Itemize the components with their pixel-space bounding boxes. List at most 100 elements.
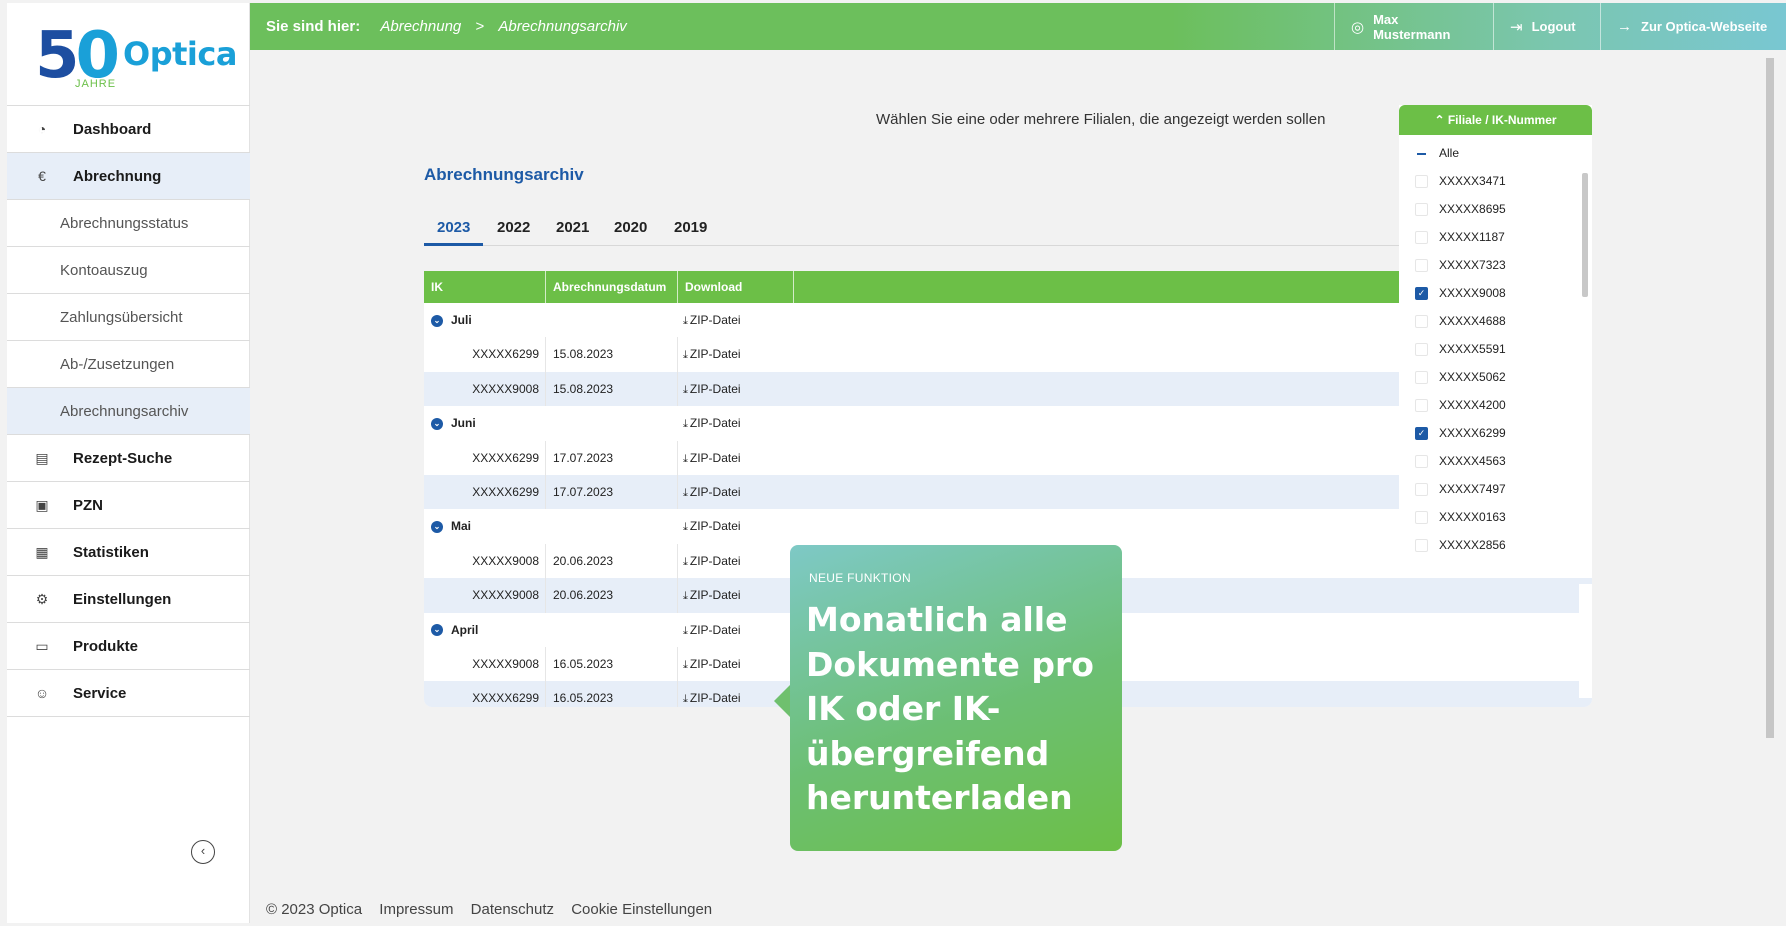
download-link[interactable]: ⤓ ZIP-Datei (683, 475, 741, 510)
download-link[interactable]: ⤓ ZIP-Datei (683, 647, 741, 682)
branch-dropdown-toggle[interactable]: ⌃ Filiale / IK-Nummer (1399, 105, 1592, 135)
download-link[interactable]: ⤓ ZIP-Datei (683, 613, 741, 648)
download-link[interactable]: ⤓ ZIP-Datei (683, 337, 741, 372)
sidebar-item-label: Produkte (73, 637, 139, 655)
branch-option-alle[interactable]: Alle (1399, 139, 1592, 167)
branch-option[interactable]: XXXXX7497 (1399, 475, 1592, 503)
download-link[interactable]: ⤓ ZIP-Datei (683, 578, 741, 613)
checkbox[interactable] (1415, 342, 1428, 356)
column-header-date[interactable]: Abrechnungsdatum (546, 271, 678, 303)
column-header-ik[interactable]: IK (424, 271, 546, 303)
sidebar-item-abrechnung[interactable]: € Abrechnung (7, 153, 250, 200)
page-scrollbar-thumb[interactable] (1766, 58, 1774, 738)
branch-option[interactable]: XXXXX4563 (1399, 447, 1592, 475)
promo-headline: Monatlich alle Dokumente pro IK oder IK-… (806, 598, 1106, 821)
download-link[interactable]: ⤓ ZIP-Datei (683, 372, 741, 407)
branch-option[interactable]: XXXXX1187 (1399, 223, 1592, 251)
checkbox[interactable] (1415, 482, 1428, 496)
footer-link-impressum[interactable]: Impressum (379, 901, 453, 918)
topbar: Sie sind hier: Abrechnung > Abrechnungsa… (250, 3, 1786, 50)
sidebar-subitem-kontoauszug[interactable]: Kontoauszug (7, 247, 250, 294)
download-link[interactable]: ⤓ ZIP-Datei (683, 509, 741, 544)
download-link[interactable]: ⤓ ZIP-Datei (683, 544, 741, 579)
checkbox[interactable] (1415, 174, 1428, 188)
branch-option[interactable]: XXXXX2856 (1399, 531, 1592, 559)
sidebar-item-rezept-suche[interactable]: ▤ Rezept-Suche (7, 435, 250, 482)
branch-dropdown-label: Filiale / IK-Nummer (1447, 113, 1557, 127)
branch-option[interactable]: XXXXX5591 (1399, 335, 1592, 363)
cell-ik: XXXXX9008 (424, 646, 546, 682)
branch-option[interactable]: XXXXX4200 (1399, 391, 1592, 419)
footer-link-cookie-settings[interactable]: Cookie Einstellungen (571, 901, 712, 918)
sidebar-nav: ◔ Dashboard € Abrechnung Abrechnungsstat… (7, 105, 250, 717)
sidebar-item-service[interactable]: ☺ Service (7, 670, 250, 717)
website-button[interactable]: → Zur Optica-Webseite (1600, 3, 1786, 50)
sidebar-item-dashboard[interactable]: ◔ Dashboard (7, 106, 250, 153)
tab-2020[interactable]: 2020 (614, 219, 647, 236)
tab-2019[interactable]: 2019 (674, 219, 707, 236)
sidebar-subitem-abrechnungsstatus[interactable]: Abrechnungsstatus (7, 200, 250, 247)
download-icon: ⤓ (683, 590, 688, 603)
branch-option[interactable]: XXXXX7323 (1399, 251, 1592, 279)
promo-headline-line: übergreifend (806, 733, 1050, 773)
chevron-down-icon: ⌄ (431, 521, 443, 534)
checkbox[interactable] (1415, 370, 1428, 384)
checkbox-checked[interactable]: ✓ (1415, 286, 1428, 300)
download-link[interactable]: ⤓ ZIP-Datei (683, 406, 741, 441)
tab-2023[interactable]: 2023 (437, 219, 470, 236)
chevron-down-icon: ⌄ (431, 418, 443, 430)
sidebar-item-produkte[interactable]: ▭ Produkte (7, 623, 250, 670)
branch-list-scrollbar[interactable] (1582, 173, 1588, 297)
option-label: XXXXX5062 (1439, 370, 1506, 384)
logout-button[interactable]: ⇥ Logout (1493, 3, 1600, 50)
logo[interactable]: 50 JAHRE Optica (35, 19, 237, 105)
checkbox[interactable] (1415, 538, 1428, 552)
tab-2021[interactable]: 2021 (556, 219, 589, 236)
download-link[interactable]: ⤓ ZIP-Datei (683, 441, 741, 476)
logo-number-five: 5 (35, 19, 79, 93)
checkbox-indeterminate[interactable] (1415, 146, 1428, 160)
branch-option[interactable]: ✓ XXXXX6299 (1399, 419, 1592, 447)
sidebar-subitem-abrechnungsarchiv[interactable]: Abrechnungsarchiv (7, 388, 250, 435)
sidebar-item-einstellungen[interactable]: ⚙ Einstellungen (7, 576, 250, 623)
tab-2022[interactable]: 2022 (497, 219, 530, 236)
branch-option[interactable]: XXXXX8695 (1399, 195, 1592, 223)
table-scrollbar[interactable] (1579, 584, 1592, 698)
checkbox-checked[interactable]: ✓ (1415, 426, 1428, 440)
branch-option[interactable]: XXXXX3471 (1399, 167, 1592, 195)
download-link[interactable]: ⤓ ZIP-Datei (683, 681, 741, 707)
breadcrumb-abrechnungsarchiv: Abrechnungsarchiv (498, 18, 627, 35)
branch-option[interactable]: ✓ XXXXX9008 (1399, 279, 1592, 307)
branch-option[interactable]: XXXXX5062 (1399, 363, 1592, 391)
collapse-sidebar-button[interactable]: ‹ (191, 840, 215, 864)
prescription-icon: ▤ (35, 449, 49, 466)
logout-icon: ⇥ (1510, 18, 1523, 36)
checkbox[interactable] (1415, 258, 1428, 272)
checkbox[interactable] (1415, 202, 1428, 216)
page-scrollbar[interactable] (1763, 54, 1776, 884)
user-button[interactable]: ◎ Max Mustermann (1334, 3, 1493, 50)
download-icon: ⤓ (683, 555, 688, 568)
breadcrumb-abrechnung[interactable]: Abrechnung (380, 18, 461, 35)
checkbox[interactable] (1415, 314, 1428, 328)
checkbox[interactable] (1415, 510, 1428, 524)
month-label: April (451, 622, 479, 637)
download-icon: ⤓ (683, 486, 688, 499)
sidebar-subitem-zahlungsuebersicht[interactable]: Zahlungsübersicht (7, 294, 250, 341)
chevron-down-icon: ⌄ (431, 624, 443, 637)
option-label: XXXXX9008 (1439, 286, 1506, 300)
sidebar-subitem-ab-zusetzungen[interactable]: Ab-/Zusetzungen (7, 341, 250, 388)
footer-link-datenschutz[interactable]: Datenschutz (471, 901, 554, 918)
sidebar-item-statistiken[interactable]: ▦ Statistiken (7, 529, 250, 576)
branch-option[interactable]: XXXXX0163 (1399, 503, 1592, 531)
checkbox[interactable] (1415, 398, 1428, 412)
sidebar-item-pzn[interactable]: ▣ PZN (7, 482, 250, 529)
branch-option[interactable]: XXXXX4688 (1399, 307, 1592, 335)
column-header-download[interactable]: Download (678, 271, 794, 303)
cell-date: 17.07.2023 (546, 440, 678, 475)
cell-ik: XXXXX9008 (424, 371, 546, 407)
promo-headline-line: Monatlich alle (806, 600, 1068, 639)
checkbox[interactable] (1415, 454, 1428, 468)
download-link[interactable]: ⤓ ZIP-Datei (683, 303, 741, 338)
checkbox[interactable] (1415, 230, 1428, 244)
